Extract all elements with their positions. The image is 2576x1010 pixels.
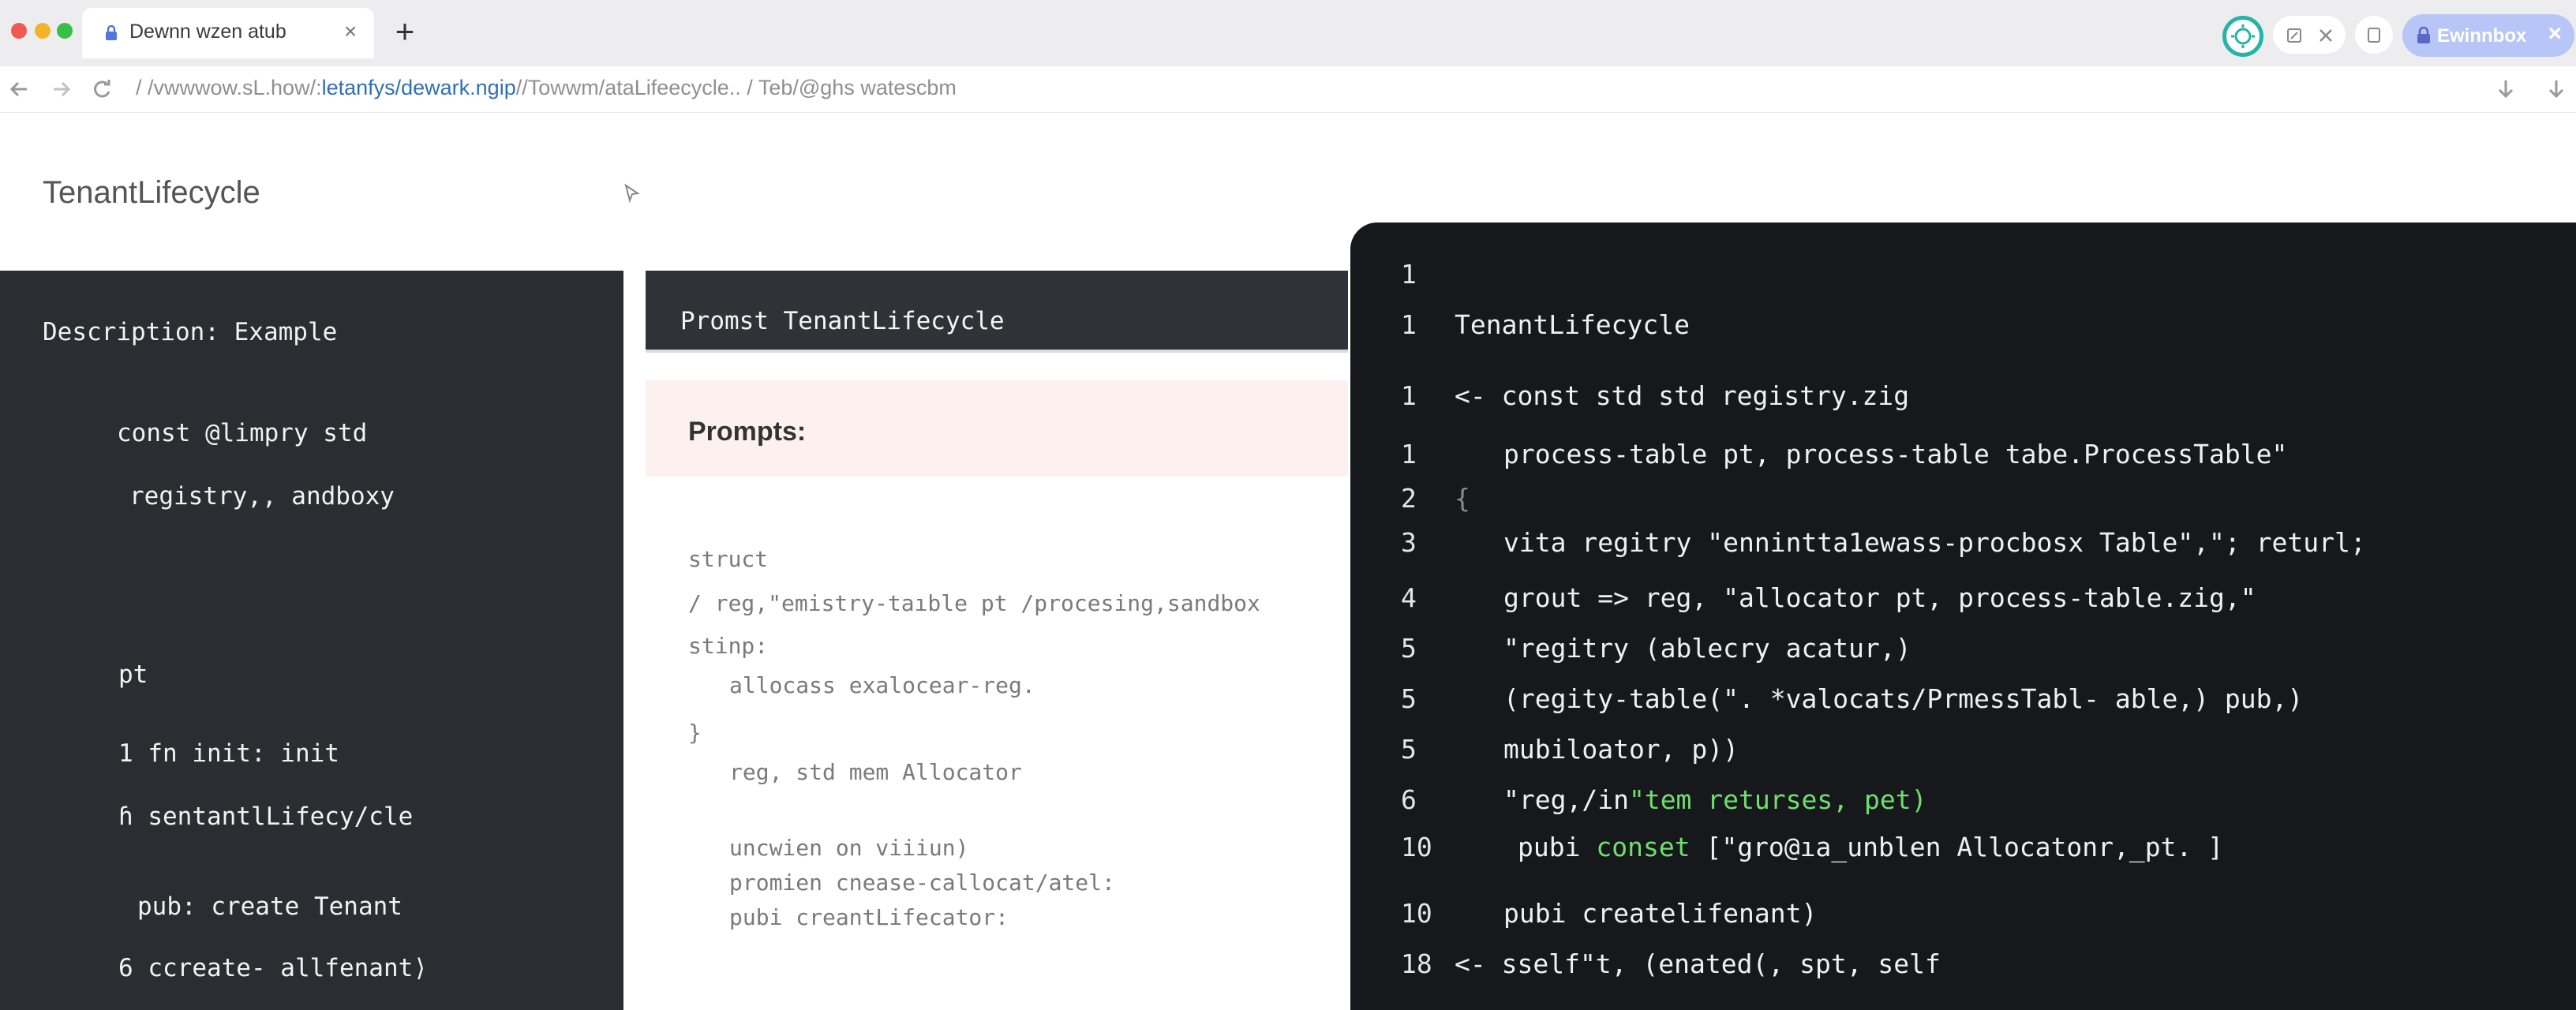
description-line: 6 ccreate- allfenant⟩	[118, 954, 428, 982]
code-line: "reg,/in"tem returses, pet)	[1503, 784, 1926, 815]
cursor-icon	[624, 183, 640, 204]
inbox-label: Ewinnbox	[2437, 25, 2527, 47]
page-title: TenantLifecycle	[43, 175, 260, 210]
clipboard-icon	[2368, 28, 2380, 43]
prompt-line: stinp:	[688, 633, 769, 659]
line-number: 18	[1401, 948, 1432, 979]
back-arrow-icon[interactable]	[6, 76, 33, 103]
line-number: 10	[1401, 832, 1432, 862]
description-heading: Description: Example	[43, 318, 338, 346]
line-number: 10	[1401, 898, 1432, 929]
clipboard-button[interactable]	[2355, 16, 2393, 54]
line-number: 5	[1401, 633, 1417, 664]
code-line: <- sself"t, (enated(, spt, self	[1455, 948, 1941, 979]
line-number: 1	[1401, 259, 1417, 290]
description-line: pub: create Tenant	[137, 892, 402, 921]
prompt-line: reg, std mem Allocator	[729, 759, 1022, 785]
description-line: 1 fn init: init	[118, 739, 339, 768]
code-line: pubi createlifenant)	[1503, 898, 1818, 929]
address-bar: / /vwwwow.sL.how/:letanfys/dewark.ngip//…	[0, 66, 2576, 113]
reload-icon[interactable]	[88, 76, 115, 103]
code-text: "reg,/in	[1503, 784, 1629, 815]
inbox-pill[interactable]: Ewinnbox ×	[2402, 14, 2574, 57]
line-number: 5	[1401, 683, 1417, 714]
line-number: 2	[1401, 483, 1417, 514]
description-line: const @limpry std	[117, 419, 368, 447]
code-line: (regity-table(". *valocats/PrmessTabl- a…	[1503, 683, 2304, 714]
line-number: 1	[1401, 309, 1417, 340]
line-number: 1	[1401, 380, 1417, 411]
line-number: 6	[1401, 784, 1417, 815]
code-line: TenantLifecycle	[1455, 309, 1690, 340]
prompt-line: pubi creantLifecator:	[729, 904, 1009, 930]
prompt-line: / reg,"emistry-taıble pt /procesing,sand…	[688, 590, 1260, 616]
code-line: pubi conset ["gro@ıa_unblen Allocatonr,_…	[1518, 832, 2223, 862]
prompts-label: Prompts:	[688, 417, 807, 447]
url-path: //Towwm/ataLifeecycle.. / Teb/@ghs wates…	[515, 76, 957, 99]
code-editor[interactable]: 1 1 1 1 2 3 4 5 5 5 6 10 10 18 TenantLif…	[1350, 223, 2576, 1010]
line-number: 1	[1401, 439, 1417, 469]
close-window-dot[interactable]	[11, 23, 27, 39]
code-line: mubiloator, p))	[1503, 734, 1739, 765]
code-string: "tem returses, pet)	[1628, 784, 1927, 815]
lock-icon	[106, 25, 117, 40]
prompt-line: uncwien on viiiun)	[729, 835, 969, 861]
url-prefix: / /vwwwow.sL.how/:	[136, 76, 322, 99]
tab-close-icon[interactable]: ×	[338, 19, 363, 44]
minimize-window-dot[interactable]	[35, 23, 51, 39]
prompts-box: Prompts:	[646, 380, 1348, 477]
prompt-line: }	[688, 720, 702, 746]
description-line: pt	[118, 660, 148, 689]
prompt-line: allocass exalocear-reg.	[729, 672, 1035, 698]
code-line: vita regitry "ennintta1ewass-procbosx Ta…	[1503, 527, 2366, 558]
line-number: 5	[1401, 734, 1417, 765]
code-text: pubi	[1518, 832, 1581, 862]
inbox-close-icon[interactable]: ×	[2548, 21, 2562, 47]
lock-icon	[2417, 26, 2430, 43]
line-number: 4	[1401, 582, 1417, 613]
url-host: letanfys/dewark.ngip	[321, 76, 516, 99]
code-line: process-table pt, process-table tabe.Pro…	[1503, 439, 2288, 469]
prompt-line: struct	[688, 546, 769, 572]
toolbar-pill	[2273, 16, 2346, 54]
code-line: "regitry (ablecry acatur,)	[1503, 633, 1911, 664]
line-number: 3	[1401, 527, 1417, 558]
code-line: <- const std std registry.zig	[1455, 380, 1910, 411]
prompt-header: Promst TenantLifecycle	[646, 271, 1348, 353]
forward-arrow-icon[interactable]	[47, 76, 74, 103]
download-arrow-icon[interactable]	[2543, 76, 2570, 103]
code-line: grout => reg, "allocator pt, process-tab…	[1503, 582, 2256, 613]
description-line: ɦ sentantlLifecy/cle	[118, 802, 414, 831]
code-text: ["gro@ıa_unblen Allocatonr,_pt. ]	[1705, 832, 2224, 862]
tab-title: Dewnn wzen atub	[129, 21, 286, 43]
url-field[interactable]: / /vwwwow.sL.how/:letanfys/dewark.ngip//…	[136, 76, 957, 100]
new-tab-button[interactable]: +	[387, 14, 423, 50]
maximize-window-dot[interactable]	[57, 23, 73, 39]
prompt-line: promien cnease-callocat/atel:	[729, 870, 1115, 896]
browser-tab[interactable]: Dewnn wzen atub ×	[82, 8, 374, 58]
download-icon[interactable]	[2492, 76, 2519, 103]
prompt-header-title: Promst TenantLifecycle	[680, 307, 1005, 335]
edit-icon[interactable]	[2286, 27, 2303, 44]
code-line: {	[1455, 483, 1470, 514]
tab-bar: Dewnn wzen atub × + Ewinnbox ×	[0, 0, 2576, 66]
close-icon[interactable]	[2317, 27, 2334, 44]
description-line: registry,, andboxy	[129, 482, 395, 511]
description-panel: Description: Example const @limpry std r…	[0, 271, 623, 1010]
extension-icon[interactable]	[2222, 16, 2263, 57]
code-keyword: conset	[1596, 832, 1690, 862]
